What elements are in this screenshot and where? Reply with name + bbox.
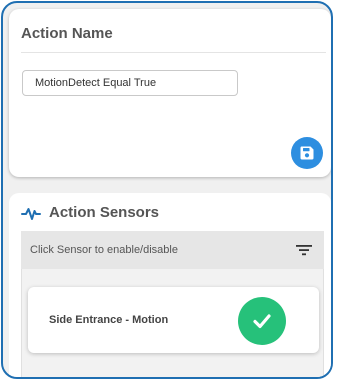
divider bbox=[21, 52, 326, 53]
save-floppy-icon bbox=[300, 146, 314, 160]
sensor-item[interactable]: Side Entrance - Motion bbox=[28, 287, 319, 353]
action-name-input[interactable] bbox=[22, 70, 238, 96]
action-name-card: Action Name bbox=[9, 9, 331, 177]
check-icon bbox=[253, 314, 271, 329]
activity-pulse-icon bbox=[21, 207, 41, 220]
filter-icon[interactable] bbox=[296, 244, 312, 256]
action-name-title: Action Name bbox=[21, 25, 113, 42]
sensor-name: Side Entrance - Motion bbox=[49, 314, 169, 326]
save-button[interactable] bbox=[291, 137, 323, 169]
app-frame: Action Name Action Sensors Click Sensor … bbox=[1, 1, 333, 379]
sensor-filter-bar[interactable]: Click Sensor to enable/disable bbox=[21, 231, 324, 269]
sensor-list: Side Entrance - Motion bbox=[21, 269, 324, 377]
sensors-header: Action Sensors bbox=[21, 204, 159, 221]
action-sensors-title: Action Sensors bbox=[49, 204, 160, 221]
sensor-enabled-toggle[interactable] bbox=[238, 297, 286, 345]
action-sensors-card: Action Sensors Click Sensor to enable/di… bbox=[9, 193, 331, 377]
filter-hint: Click Sensor to enable/disable bbox=[30, 244, 178, 256]
